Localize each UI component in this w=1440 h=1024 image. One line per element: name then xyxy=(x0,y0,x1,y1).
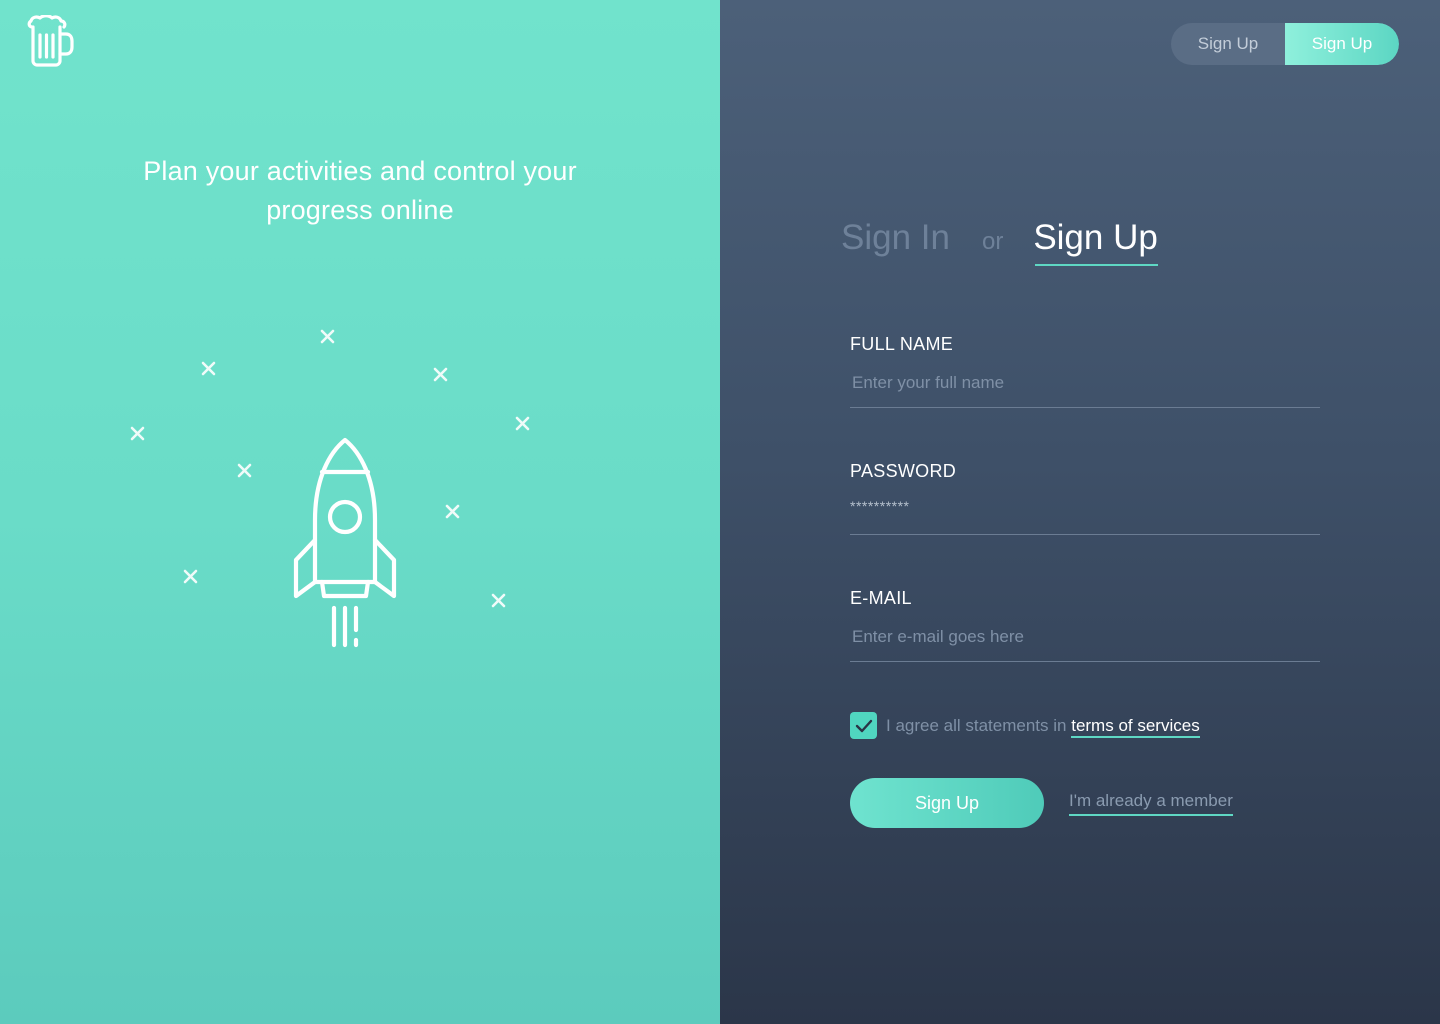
toggle-signup-right[interactable]: Sign Up xyxy=(1285,23,1399,65)
hero-panel: Plan your activities and control your pr… xyxy=(0,0,720,1024)
sign-up-button[interactable]: Sign Up xyxy=(850,778,1044,828)
terms-agreement: I agree all statements in terms of servi… xyxy=(850,712,1200,739)
tabs-or-separator: or xyxy=(981,228,1004,255)
cross-star-icon xyxy=(183,569,198,584)
toggle-signup-left[interactable]: Sign Up xyxy=(1171,23,1285,65)
full-name-field: FULL NAME xyxy=(850,334,1320,408)
auth-panel: Sign Up Sign Up Sign In or Sign Up FULL … xyxy=(720,0,1440,1024)
email-field: E-MAIL xyxy=(850,588,1320,662)
password-label: PASSWORD xyxy=(850,461,957,481)
password-field: PASSWORD ********** xyxy=(850,461,1320,535)
cross-star-icon xyxy=(515,416,530,431)
email-label: E-MAIL xyxy=(850,588,912,608)
terms-text: I agree all statements in terms of servi… xyxy=(886,715,1200,738)
auth-tabs: Sign In or Sign Up xyxy=(841,218,1158,266)
full-name-input[interactable] xyxy=(850,369,1320,408)
form-actions: Sign Up I'm already a member xyxy=(850,778,1233,828)
rocket-illustration xyxy=(130,329,530,648)
cross-star-icon xyxy=(433,367,448,382)
email-input[interactable] xyxy=(850,623,1320,662)
rocket-icon xyxy=(293,437,397,648)
cross-star-icon xyxy=(320,329,335,344)
cross-star-icon xyxy=(237,463,252,478)
signup-page: Plan your activities and control your pr… xyxy=(0,0,1440,1024)
full-name-label: FULL NAME xyxy=(850,334,954,354)
terms-prefix: I agree all statements in xyxy=(886,715,1072,735)
cross-star-icon xyxy=(491,593,506,608)
password-input[interactable]: ********** xyxy=(850,496,1320,535)
cross-star-icon xyxy=(445,504,460,519)
terms-checkbox[interactable] xyxy=(850,712,877,739)
checkmark-icon xyxy=(855,719,872,732)
tab-sign-in[interactable]: Sign In xyxy=(841,218,950,258)
terms-of-services-link[interactable]: terms of services xyxy=(1071,715,1200,738)
cross-star-icon xyxy=(201,361,216,376)
already-member-link[interactable]: I'm already a member xyxy=(1069,791,1233,816)
auth-mode-toggle: Sign Up Sign Up xyxy=(1171,23,1399,65)
cross-star-icon xyxy=(130,426,145,441)
tab-sign-up[interactable]: Sign Up xyxy=(1033,218,1158,266)
